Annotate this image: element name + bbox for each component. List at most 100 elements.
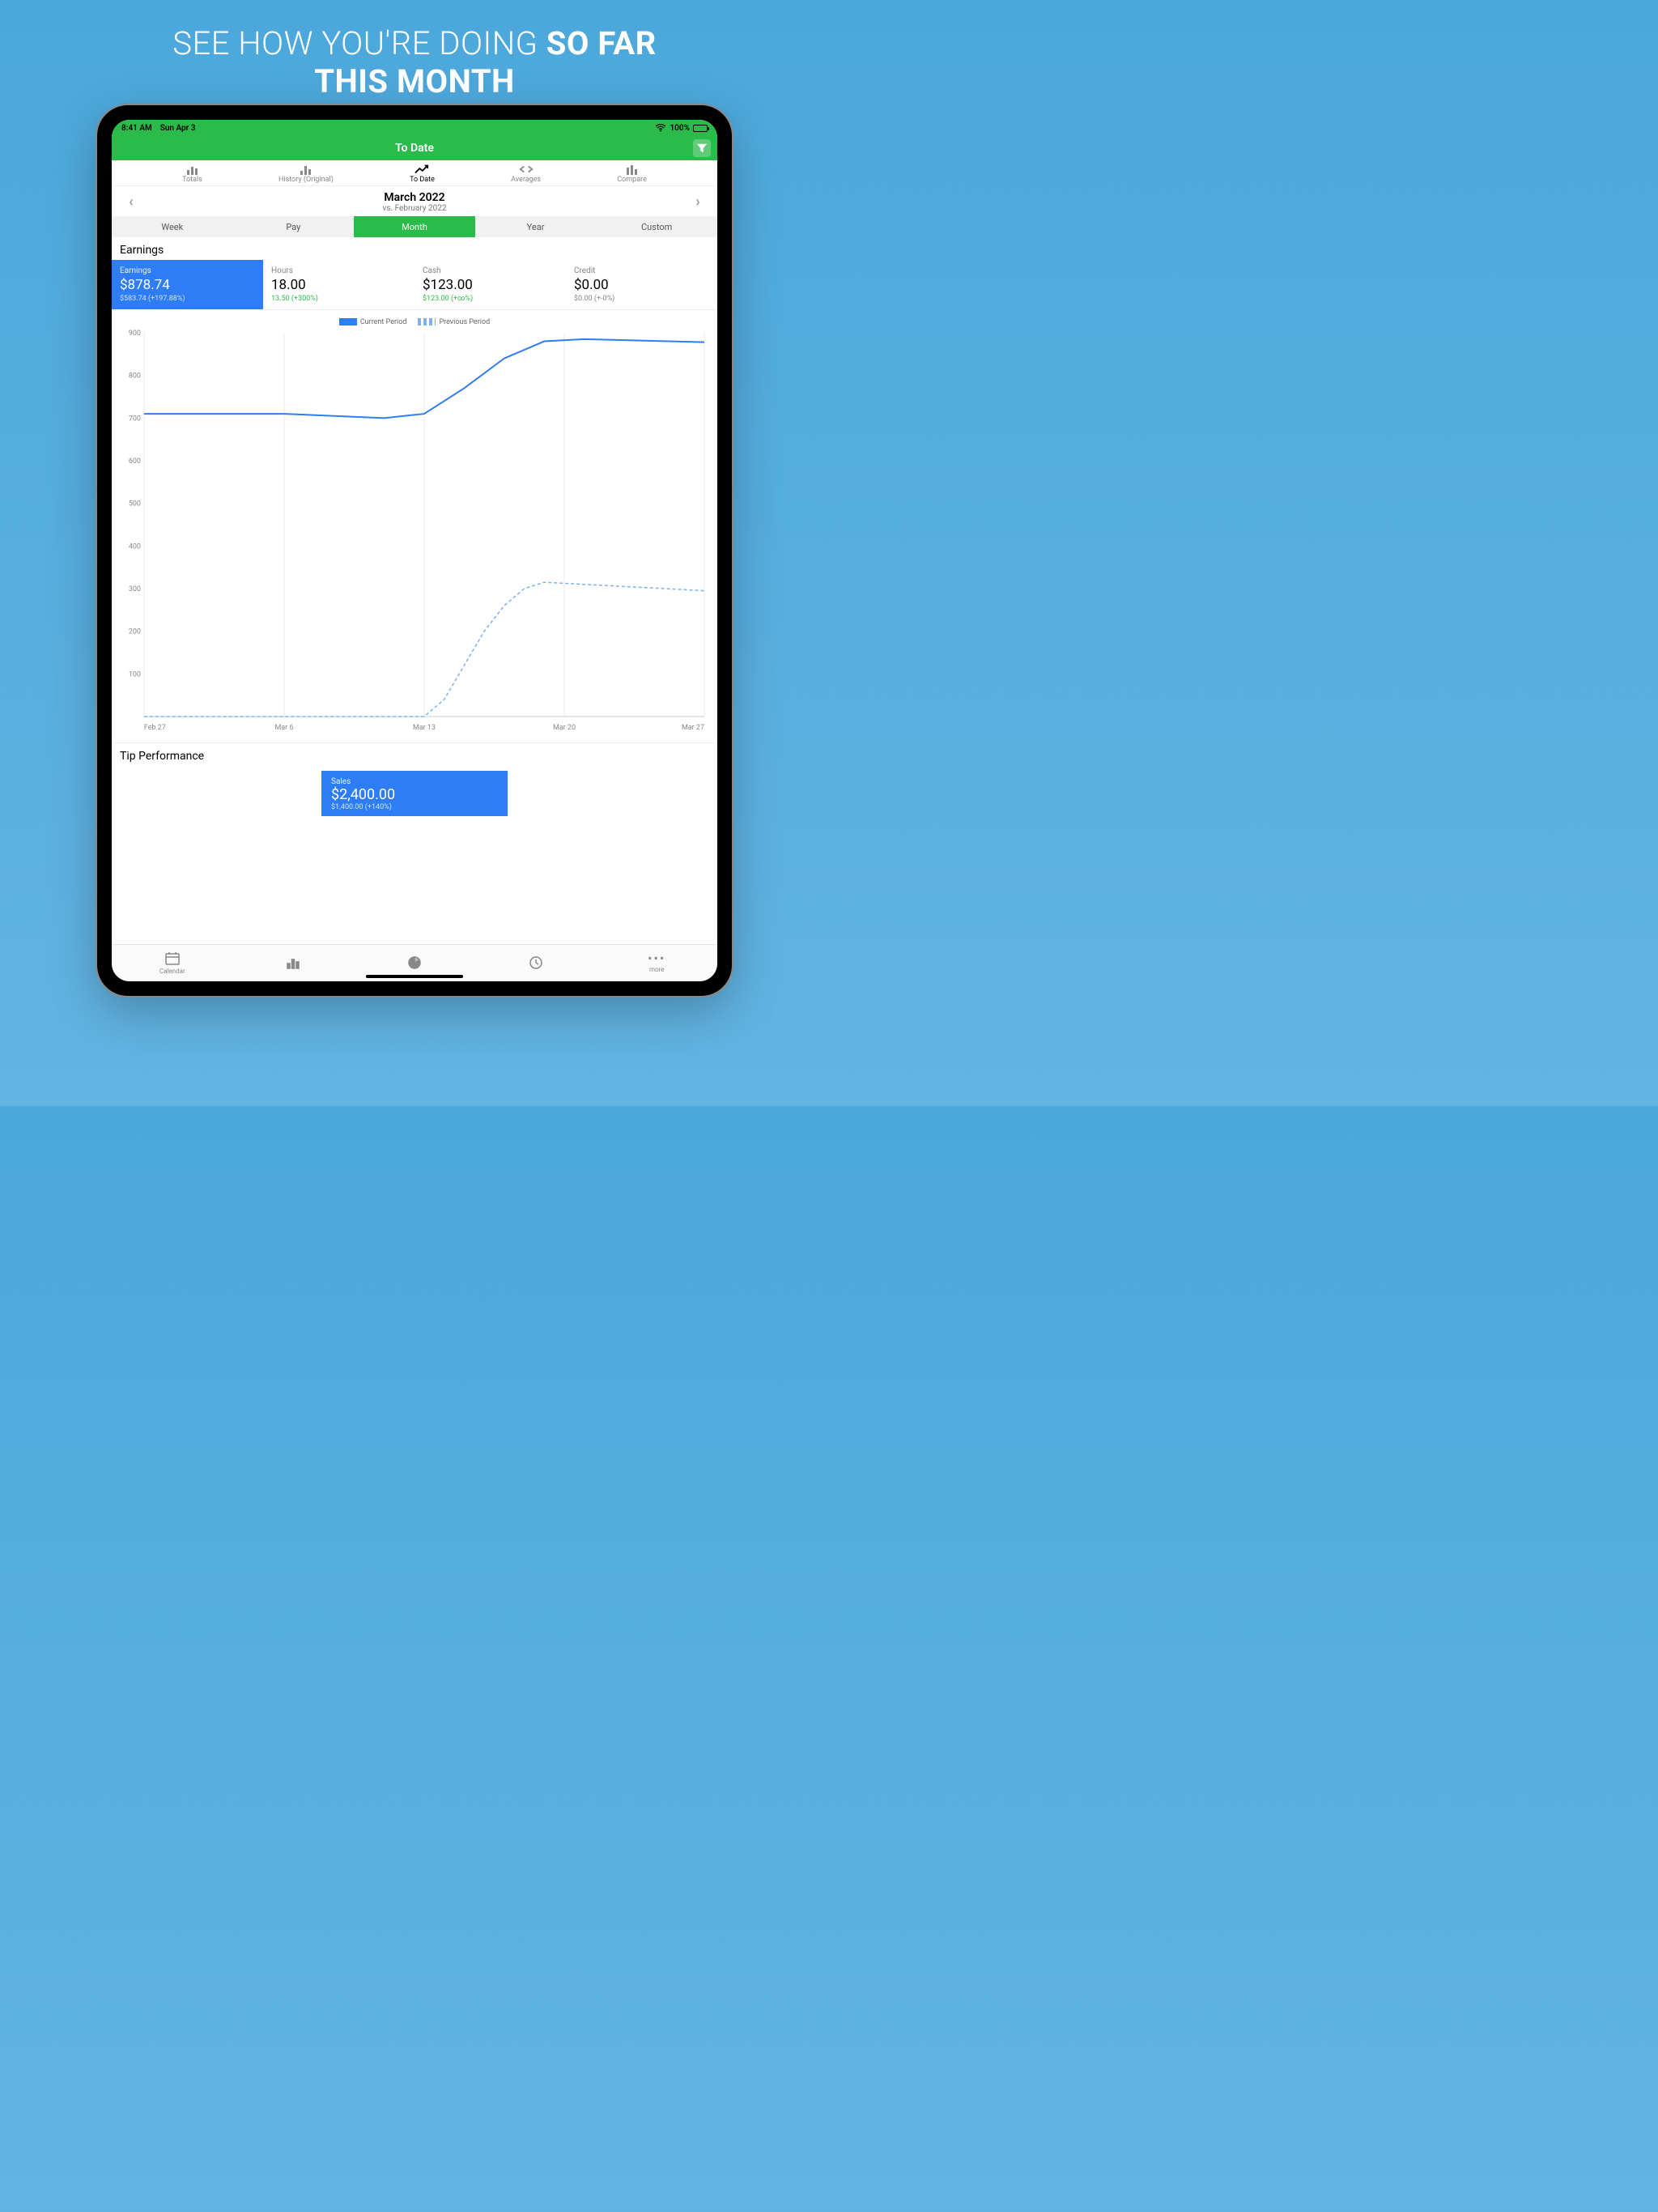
legend-swatch-current bbox=[339, 318, 357, 325]
mode-tab-averages[interactable]: Averages bbox=[511, 164, 541, 184]
metric-delta: $583.74 (+197.88%) bbox=[120, 295, 255, 303]
prev-period-button[interactable]: ‹ bbox=[123, 194, 139, 211]
svg-text:700: 700 bbox=[129, 415, 141, 423]
mode-label: Averages bbox=[511, 176, 541, 184]
legend-current: Current Period bbox=[360, 318, 407, 326]
metric-label: Earnings bbox=[120, 266, 255, 275]
tab-clock[interactable] bbox=[512, 955, 560, 972]
range-tabs: Week Pay Month Year Custom bbox=[112, 216, 717, 237]
range-label: Month bbox=[402, 222, 427, 232]
tab-more[interactable]: ••• more bbox=[632, 953, 681, 973]
mode-tabs: Totals History (Original) To Date Averag… bbox=[112, 160, 717, 186]
svg-text:900: 900 bbox=[129, 330, 141, 338]
wifi-icon bbox=[655, 124, 666, 132]
svg-text:300: 300 bbox=[129, 585, 141, 593]
filter-button[interactable] bbox=[693, 139, 711, 157]
tip-card-sales[interactable]: Sales $2,400.00 $1,400.00 (+140%) bbox=[321, 771, 508, 816]
bars-icon bbox=[298, 164, 314, 175]
tip-performance-section: Tip Performance Sales $2,400.00 $1,400.0… bbox=[112, 742, 717, 816]
metric-hours[interactable]: Hours 18.00 13.50 (+300%) bbox=[263, 260, 414, 309]
battery-icon bbox=[693, 125, 708, 132]
metrics-row: Earnings $878.74 $583.74 (+197.88%) Hour… bbox=[112, 260, 717, 310]
metric-value: $878.74 bbox=[120, 277, 255, 293]
period-label[interactable]: March 2022 vs. February 2022 bbox=[383, 191, 447, 213]
svg-text:400: 400 bbox=[129, 542, 141, 551]
tab-stats[interactable] bbox=[269, 955, 317, 972]
mode-label: History (Original) bbox=[278, 176, 334, 184]
range-label: Custom bbox=[641, 222, 672, 232]
legend-swatch-previous bbox=[418, 318, 436, 325]
status-date: Sun Apr 3 bbox=[160, 124, 196, 133]
tab-label: more bbox=[649, 966, 664, 973]
home-indicator bbox=[366, 975, 463, 978]
headline-bold1: SO FAR bbox=[546, 24, 657, 62]
range-tab-pay[interactable]: Pay bbox=[233, 216, 355, 237]
mode-tab-todate[interactable]: To Date bbox=[410, 164, 435, 184]
metric-label: Credit bbox=[574, 266, 709, 275]
svg-text:Mar 13: Mar 13 bbox=[413, 724, 436, 732]
svg-text:600: 600 bbox=[129, 457, 141, 466]
period-nav: ‹ March 2022 vs. February 2022 › bbox=[112, 186, 717, 216]
more-icon: ••• bbox=[648, 953, 665, 964]
tip-value: $2,400.00 bbox=[331, 786, 498, 803]
status-time: 8:41 AM bbox=[121, 124, 152, 133]
tab-pie[interactable] bbox=[390, 955, 439, 972]
metric-delta: 13.50 (+300%) bbox=[271, 295, 406, 303]
metric-value: 18.00 bbox=[271, 277, 406, 293]
trend-icon bbox=[414, 164, 430, 175]
metric-cash[interactable]: Cash $123.00 $123.00 (+∞%) bbox=[414, 260, 566, 309]
mode-label: Totals bbox=[182, 176, 202, 184]
metric-credit[interactable]: Credit $0.00 $0.00 (+-0%) bbox=[566, 260, 717, 309]
mode-label: To Date bbox=[410, 176, 435, 184]
metric-delta: $0.00 (+-0%) bbox=[574, 295, 709, 303]
bars-icon bbox=[624, 164, 640, 175]
tip-delta: $1,400.00 (+140%) bbox=[331, 803, 498, 811]
chart-area: Current Period Previous Period Feb 27 Mar… bbox=[112, 310, 717, 734]
mode-label: Compare bbox=[617, 176, 647, 184]
filter-icon bbox=[696, 143, 708, 154]
range-tab-week[interactable]: Week bbox=[112, 216, 233, 237]
range-tab-custom[interactable]: Custom bbox=[596, 216, 717, 237]
angle-brackets-icon bbox=[518, 164, 534, 175]
period-main: March 2022 bbox=[383, 191, 447, 204]
next-period-button[interactable]: › bbox=[690, 194, 706, 211]
svg-text:Feb 27: Feb 27 bbox=[144, 724, 166, 732]
app-header: To Date bbox=[112, 136, 717, 160]
range-tab-month[interactable]: Month bbox=[354, 216, 475, 237]
tab-label: Calendar bbox=[159, 968, 185, 975]
metric-label: Hours bbox=[271, 266, 406, 275]
metric-earnings[interactable]: Earnings $878.74 $583.74 (+197.88%) bbox=[112, 260, 263, 309]
range-label: Pay bbox=[286, 222, 300, 232]
calendar-icon bbox=[164, 951, 181, 966]
clock-icon bbox=[528, 955, 544, 970]
tab-calendar[interactable]: Calendar bbox=[148, 951, 197, 975]
headline-bold2: THIS MONTH bbox=[314, 62, 515, 100]
chart-legend: Current Period Previous Period bbox=[117, 318, 712, 326]
range-label: Week bbox=[161, 222, 183, 232]
legend-previous: Previous Period bbox=[439, 318, 490, 326]
svg-text:200: 200 bbox=[129, 628, 141, 636]
metric-value: $123.00 bbox=[423, 277, 558, 293]
mode-tab-totals[interactable]: Totals bbox=[182, 164, 202, 184]
header-title: To Date bbox=[395, 142, 434, 155]
metric-label: Cash bbox=[423, 266, 558, 275]
screen: 8:41 AM Sun Apr 3 100% To Date Totals bbox=[112, 120, 717, 981]
line-chart: Feb 27Mar 6Mar 13Mar 20Mar 2710020030040… bbox=[120, 328, 709, 733]
svg-text:500: 500 bbox=[129, 500, 141, 508]
status-bar: 8:41 AM Sun Apr 3 100% bbox=[112, 120, 717, 136]
period-sub: vs. February 2022 bbox=[383, 204, 447, 213]
metric-value: $0.00 bbox=[574, 277, 709, 293]
metric-delta: $123.00 (+∞%) bbox=[423, 295, 558, 303]
section-earnings-title: Earnings bbox=[112, 237, 717, 260]
svg-text:800: 800 bbox=[129, 372, 141, 381]
tip-label: Sales bbox=[331, 777, 498, 786]
mode-tab-compare[interactable]: Compare bbox=[617, 164, 647, 184]
range-tab-year[interactable]: Year bbox=[475, 216, 597, 237]
range-label: Year bbox=[527, 222, 545, 232]
headline-part1: SEE HOW YOU'RE DOING bbox=[172, 24, 546, 62]
mode-tab-history[interactable]: History (Original) bbox=[278, 164, 334, 184]
ipad-frame: 8:41 AM Sun Apr 3 100% To Date Totals bbox=[97, 105, 732, 996]
status-left: 8:41 AM Sun Apr 3 bbox=[121, 124, 195, 133]
bars-icon bbox=[184, 164, 200, 175]
promo-headline: SEE HOW YOU'RE DOING SO FAR THIS MONTH bbox=[0, 0, 829, 100]
